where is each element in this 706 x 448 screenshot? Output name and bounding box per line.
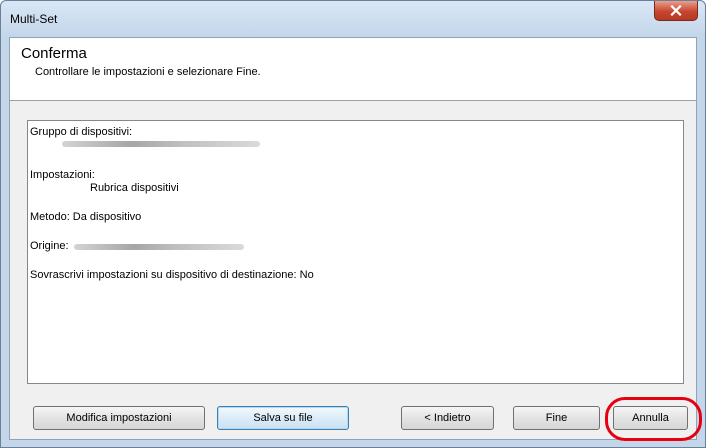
origin-label: Origine: xyxy=(30,240,69,252)
dialog-client-area: Conferma Controllare le impostazioni e s… xyxy=(9,37,697,440)
close-icon xyxy=(670,5,682,16)
title-bar[interactable]: Multi-Set xyxy=(1,1,705,37)
device-group-value-redacted xyxy=(62,141,260,147)
window-title: Multi-Set xyxy=(10,12,58,26)
cancel-highlight-ring xyxy=(605,397,702,441)
finish-button[interactable]: Fine xyxy=(513,406,600,430)
overwrite-line: Sovrascrivi impostazioni su dispositivo … xyxy=(30,269,314,281)
wizard-header: Conferma Controllare le impostazioni e s… xyxy=(10,38,696,101)
page-subtitle: Controllare le impostazioni e selezionar… xyxy=(35,66,261,78)
save-to-file-button[interactable]: Salva su file xyxy=(217,406,349,430)
modify-settings-button[interactable]: Modifica impostazioni xyxy=(33,406,205,430)
close-button[interactable] xyxy=(654,1,698,21)
settings-value: Rubrica dispositivi xyxy=(90,182,179,194)
multi-set-dialog: Multi-Set Conferma Controllare le impost… xyxy=(0,0,706,448)
settings-summary-box[interactable]: Gruppo di dispositivi: Impostazioni: Rub… xyxy=(27,120,684,384)
device-group-label: Gruppo di dispositivi: xyxy=(30,126,133,138)
page-title: Conferma xyxy=(21,45,87,62)
method-line: Metodo: Da dispositivo xyxy=(30,211,142,223)
settings-label: Impostazioni: xyxy=(30,169,95,181)
origin-value-redacted xyxy=(74,244,244,250)
back-button[interactable]: < Indietro xyxy=(401,406,494,430)
